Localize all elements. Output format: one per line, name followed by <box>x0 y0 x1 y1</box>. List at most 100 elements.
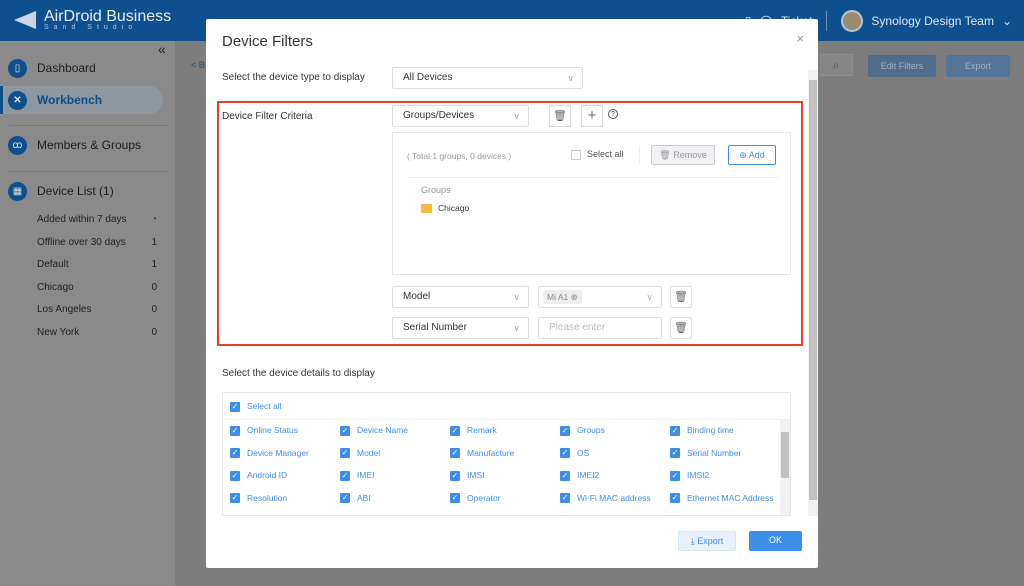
delete-serial-icon[interactable]: 🗑 <box>670 317 692 339</box>
sidebar-item-label: Device List (1) <box>37 184 114 198</box>
detail-checkbox[interactable]: ✓ <box>560 515 577 516</box>
ok-button[interactable]: OK <box>749 531 802 551</box>
serial-input[interactable]: Please enter <box>538 317 662 339</box>
checkbox-checked-icon: ✓ <box>230 470 240 481</box>
model-tag: Mi A1 ⊗ <box>543 290 582 304</box>
group-item[interactable]: Added within 7 days ◔ <box>37 214 157 225</box>
add-criteria-icon[interactable]: + <box>581 105 603 127</box>
tools-icon: ✕ <box>8 90 27 110</box>
detail-checkbox[interactable]: ✓ Binding time <box>670 425 734 436</box>
remove-tag-icon[interactable]: ⊗ <box>571 292 578 302</box>
criteria-type-select[interactable]: Groups/Devices ∨ <box>392 105 529 127</box>
group-item[interactable]: Default 1 <box>37 259 157 270</box>
plus-circle-icon: ⊕ <box>739 150 747 160</box>
details-panel: ✓ Select all ✓ Online Status ✓ Device Name ✓ R… <box>222 392 791 516</box>
sidebar-item-dashboard[interactable]: ▯ Dashboard <box>0 54 163 82</box>
export-button[interactable]: ⤓ Export <box>678 531 736 551</box>
detail-checkbox[interactable]: ✓ ABI <box>340 493 371 504</box>
modal-scrollbar[interactable] <box>808 70 818 516</box>
checkbox-checked-icon: ✓ <box>450 493 460 504</box>
select-all-label: Select all <box>587 149 624 159</box>
delete-criteria-icon[interactable]: 🗑 <box>549 105 571 127</box>
device-type-label: Select the device type to display <box>222 72 365 83</box>
detail-checkbox[interactable]: ✓ Device Name <box>340 425 408 436</box>
groups-heading: Groups <box>421 185 451 195</box>
detail-checkbox[interactable]: ✓ Wi-Fi MAC address <box>560 493 651 504</box>
chevron-down-icon: ∨ <box>513 111 520 121</box>
details-scrollbar[interactable] <box>780 420 790 515</box>
checkbox-checked-icon: ✓ <box>340 470 350 481</box>
checkbox-checked-icon: ✓ <box>450 425 460 436</box>
model-value-select[interactable]: Mi A1 ⊗ ∨ <box>538 286 662 308</box>
checkbox-checked-icon: ✓ <box>340 425 350 436</box>
detail-checkbox[interactable]: ✓ <box>230 515 247 516</box>
sidebar-item-workbench[interactable]: ✕ Workbench <box>0 86 163 114</box>
detail-checkbox[interactable]: ✓ OS <box>560 448 589 459</box>
grid-icon: ▦ <box>8 181 27 201</box>
chevron-down-icon: ∨ <box>567 73 574 83</box>
detail-checkbox[interactable]: ✓ <box>670 515 687 516</box>
edit-filters-button[interactable]: Edit Filters <box>868 55 936 77</box>
criteria-label: Device Filter Criteria <box>222 111 313 122</box>
detail-checkbox[interactable]: ✓ IMEI2 <box>560 470 599 481</box>
model-field-select[interactable]: Model ∨ <box>392 286 529 308</box>
detail-checkbox[interactable]: ✓ IMEI <box>340 470 374 481</box>
sidebar-item-device-list[interactable]: ▦ Device List (1) <box>0 177 163 205</box>
detail-checkbox[interactable]: ✓ IMSI2 <box>670 470 709 481</box>
help-icon[interactable]: ? <box>608 109 618 119</box>
search-icon[interactable]: ⌕ <box>820 54 853 76</box>
checkbox-checked-icon: ✓ <box>560 448 570 459</box>
remove-button[interactable]: 🗑 Remove <box>651 145 715 165</box>
export-button-bg[interactable]: Export <box>946 55 1010 77</box>
group-item[interactable]: Los Angeles 0 <box>37 304 157 315</box>
chevron-down-icon[interactable]: ⌄ <box>1002 14 1012 28</box>
sidebar-item-members-groups[interactable]: ꝏ Members & Groups <box>0 131 163 159</box>
device-type-select[interactable]: All Devices ∨ <box>392 67 583 89</box>
detail-checkbox[interactable]: ✓ Serial Number <box>670 448 741 459</box>
checkbox-checked-icon: ✓ <box>450 448 460 459</box>
checkbox-checked-icon: ✓ <box>560 470 570 481</box>
detail-checkbox[interactable]: ✓ Resolution <box>230 493 287 504</box>
delete-model-icon[interactable]: 🗑 <box>670 286 692 308</box>
detail-checkbox[interactable]: ✓ Android ID <box>230 470 287 481</box>
checkbox-checked-icon: ✓ <box>230 425 240 436</box>
detail-checkbox[interactable]: ✓ Operator <box>450 493 501 504</box>
detail-checkbox[interactable]: ✓ <box>450 515 467 516</box>
sidebar-item-label: Workbench <box>37 93 103 107</box>
chevron-down-icon: ∨ <box>513 292 520 302</box>
close-icon[interactable]: × <box>796 31 804 46</box>
device-filters-modal: Device Filters × Select the device type … <box>206 19 818 568</box>
detail-checkbox[interactable]: ✓ IMSI <box>450 470 484 481</box>
avatar[interactable] <box>841 10 864 32</box>
detail-checkbox[interactable]: ✓ Online Status <box>230 425 298 436</box>
checkbox-checked-icon: ✓ <box>340 448 350 459</box>
detail-checkbox[interactable]: ✓ Device Manager <box>230 448 309 459</box>
chevron-down-icon: ∨ <box>513 323 520 333</box>
details-label: Select the device details to display <box>222 368 375 379</box>
checkbox-checked-icon: ✓ <box>230 493 240 504</box>
sidebar: « ▯ Dashboard ✕ Workbench ꝏ Members & Group… <box>0 41 175 586</box>
serial-field-select[interactable]: Serial Number ∨ <box>392 317 529 339</box>
user-menu[interactable]: Synology Design Team <box>871 14 994 28</box>
details-select-all[interactable]: ✓ Select all <box>230 401 282 412</box>
chevron-down-icon: ∨ <box>646 292 653 302</box>
detail-checkbox[interactable]: ✓ Ethernet MAC Address <box>670 493 773 504</box>
detail-checkbox[interactable]: ✓ Groups <box>560 425 605 436</box>
tablet-icon: ▯ <box>8 58 27 78</box>
checkbox-checked-icon: ✓ <box>230 448 240 459</box>
logo[interactable]: AirDroid Business Sand Studio <box>14 8 171 31</box>
detail-checkbox[interactable]: ✓ <box>340 515 357 516</box>
checkbox-checked-icon: ✓ <box>560 425 570 436</box>
add-button[interactable]: ⊕ Add <box>728 145 776 165</box>
group-item[interactable]: Chicago 0 <box>37 282 157 293</box>
select-all-checkbox[interactable] <box>571 150 581 160</box>
group-item[interactable]: Offline over 30 days 1 <box>37 237 157 248</box>
folder-icon <box>421 204 432 213</box>
detail-checkbox[interactable]: ✓ Manufacture <box>450 448 514 459</box>
detail-checkbox[interactable]: ✓ Remark <box>450 425 497 436</box>
back-link[interactable]: < B <box>191 60 205 70</box>
group-chicago[interactable]: Chicago <box>438 203 469 213</box>
detail-checkbox[interactable]: ✓ Model <box>340 448 380 459</box>
users-icon: ꝏ <box>8 135 27 155</box>
group-item[interactable]: New York 0 <box>37 327 157 338</box>
